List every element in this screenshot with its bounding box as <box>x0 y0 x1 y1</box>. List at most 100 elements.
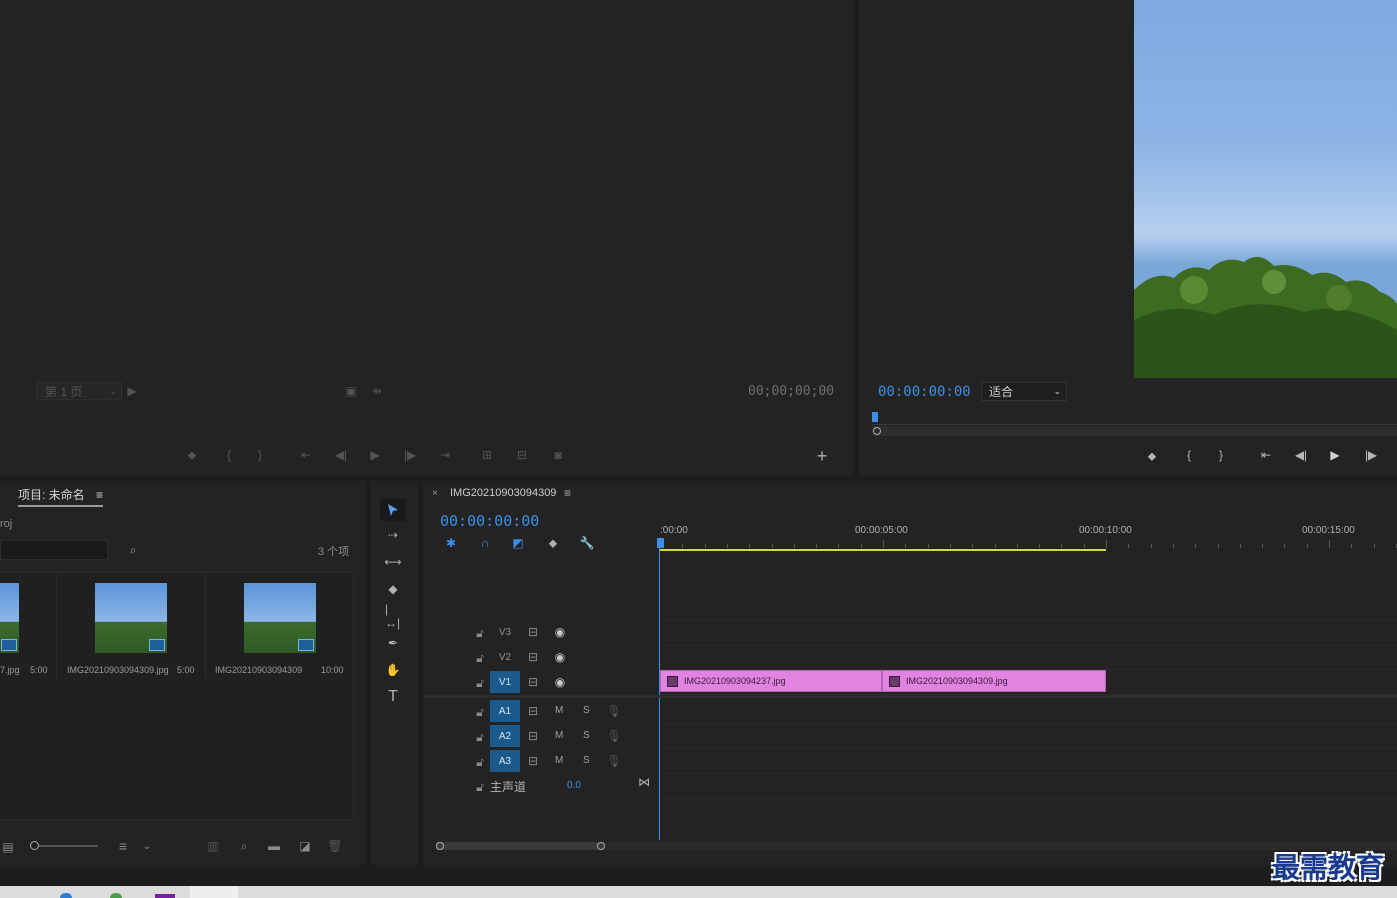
sort-icon[interactable]: ≡ <box>115 838 131 854</box>
list-view-icon[interactable]: ▤ <box>0 839 16 855</box>
camera-icon[interactable]: ◙ <box>550 447 566 463</box>
panel-menu-icon[interactable]: ≡ <box>564 486 571 500</box>
master-volume[interactable]: 0.0 <box>567 780 581 791</box>
hand-tool-icon[interactable]: ✋ <box>385 662 401 678</box>
go-to-panning-icon[interactable]: ⋈ <box>636 774 652 790</box>
playhead-marker[interactable] <box>872 412 878 422</box>
overwrite-clip-icon[interactable]: ⊟ <box>514 447 530 463</box>
snap-magnet-icon[interactable]: ∩ <box>477 535 493 551</box>
lock-icon[interactable]: 🔓︎ <box>472 729 488 745</box>
zoom-handle[interactable] <box>873 427 881 435</box>
track-name[interactable]: V1 <box>490 671 520 693</box>
slip-tool-icon[interactable]: |↔| <box>385 602 401 630</box>
play-triangle-icon[interactable]: ▶ <box>124 383 140 399</box>
playhead-handle[interactable] <box>657 538 664 548</box>
page-select-dropdown[interactable]: 第 1 页 ⌄ <box>36 382 122 400</box>
sync-lock-icon[interactable]: ⊟ <box>525 649 541 665</box>
mark-out-icon[interactable]: } <box>1213 447 1229 463</box>
step-forward-icon[interactable]: |▶ <box>402 447 418 463</box>
lane-v2[interactable] <box>660 645 1397 670</box>
track-name[interactable]: V3 <box>490 621 520 643</box>
new-search-bin-icon[interactable]: ⌕ <box>125 542 141 558</box>
lock-icon[interactable]: 🔓︎ <box>472 625 488 641</box>
project-panel-title[interactable]: 项目: 未命名 ≡ <box>18 486 104 507</box>
step-back-icon[interactable]: ◀| <box>1293 447 1309 463</box>
project-search-input[interactable] <box>0 540 108 560</box>
track-name[interactable]: A1 <box>490 700 520 722</box>
solo-button[interactable]: S <box>583 705 590 716</box>
track-name[interactable]: A2 <box>490 725 520 747</box>
sync-lock-icon[interactable]: ⊟ <box>525 674 541 690</box>
taskbar-app-icon[interactable] <box>110 893 122 898</box>
taskbar-app-icon[interactable] <box>155 894 175 898</box>
track-name[interactable]: A3 <box>490 750 520 772</box>
timeline-clip[interactable]: IMG20210903094237.jpg <box>660 670 882 692</box>
selection-tool-icon[interactable] <box>380 499 406 521</box>
lock-icon[interactable]: 🔓︎ <box>472 675 488 691</box>
microphone-icon[interactable]: 🎙︎ <box>606 703 622 719</box>
zoom-dropdown[interactable]: 适合 ⌄ <box>981 382 1067 401</box>
add-marker-icon[interactable]: ⬥ <box>184 447 200 463</box>
linked-selection-icon[interactable]: ◩ <box>510 535 526 551</box>
trash-icon[interactable]: 🗑 <box>327 838 343 854</box>
sync-lock-icon[interactable]: ⊟ <box>525 728 541 744</box>
export-frame-icon[interactable]: ▣ <box>343 383 359 399</box>
lock-icon[interactable]: 🔓︎ <box>472 754 488 770</box>
lane-v1[interactable]: IMG20210903094237.jpg IMG20210903094309.… <box>660 670 1397 695</box>
lane-a1[interactable] <box>660 699 1397 724</box>
lane-v3[interactable] <box>660 620 1397 646</box>
sequence-tab[interactable]: IMG20210903094309 <box>450 487 556 499</box>
lock-icon[interactable]: 🔓︎ <box>472 779 488 795</box>
plus-icon[interactable]: + <box>814 446 830 466</box>
insert-clip-icon[interactable]: ⊞ <box>479 447 495 463</box>
mute-button[interactable]: M <box>555 705 563 716</box>
play-icon[interactable]: ▶ <box>1327 447 1343 463</box>
microphone-icon[interactable]: 🎙︎ <box>606 753 622 769</box>
project-item[interactable]: IMG20210903094309 10:00 <box>206 573 352 679</box>
time-ruler[interactable]: :00:00 00:00:05:00 00:00:10:00 00:00:15:… <box>660 520 1397 552</box>
timeline-zoom-scrollbar[interactable] <box>436 842 1397 850</box>
mark-out-icon[interactable]: } <box>252 447 268 463</box>
mute-button[interactable]: M <box>555 730 563 741</box>
slider-handle[interactable] <box>30 841 39 850</box>
microphone-icon[interactable]: 🎙︎ <box>606 728 622 744</box>
video-audio-divider[interactable] <box>424 695 1397 698</box>
sync-lock-icon[interactable]: ⊟ <box>525 624 541 640</box>
new-item-icon[interactable]: ◪ <box>297 838 313 854</box>
scroll-thumb[interactable] <box>436 842 604 850</box>
project-item[interactable]: IMG20210903094309.jpg 5:00 <box>57 573 206 679</box>
add-marker-icon[interactable]: ⬥ <box>545 535 561 551</box>
ripple-edit-tool-icon[interactable]: ⟷ <box>384 554 401 570</box>
track-select-tool-icon[interactable]: ⇢ <box>385 527 401 543</box>
lock-icon[interactable]: 🔓︎ <box>472 650 488 666</box>
lane-a2[interactable] <box>660 724 1397 749</box>
eye-icon[interactable]: ◉ <box>552 674 568 690</box>
program-zoom-bar[interactable] <box>872 426 1397 436</box>
taskbar-app-icon[interactable] <box>60 893 72 898</box>
lock-icon[interactable]: 🔓︎ <box>472 704 488 720</box>
wrench-icon[interactable]: 🔧 <box>579 535 595 551</box>
scroll-handle-right[interactable] <box>597 842 605 850</box>
lane-master[interactable] <box>660 774 1397 799</box>
insert-icon[interactable]: ⇻ <box>369 383 385 399</box>
mark-in-icon[interactable]: { <box>1181 447 1197 463</box>
lane-a3[interactable] <box>660 749 1397 774</box>
mark-in-icon[interactable]: { <box>221 447 237 463</box>
solo-button[interactable]: S <box>583 755 590 766</box>
track-name[interactable]: V2 <box>490 646 520 668</box>
mute-button[interactable]: M <box>555 755 563 766</box>
work-area-bar[interactable] <box>660 549 1106 551</box>
solo-button[interactable]: S <box>583 730 590 741</box>
eye-icon[interactable]: ◉ <box>552 624 568 640</box>
play-icon[interactable]: ▶ <box>367 447 383 463</box>
new-bin-icon[interactable]: ▬ <box>266 838 282 854</box>
close-sequence-icon[interactable]: × <box>432 488 438 499</box>
timeline-clip[interactable]: IMG20210903094309.jpg <box>882 670 1106 692</box>
project-item[interactable]: 7.jpg 5:00 <box>0 573 57 679</box>
step-forward-icon[interactable]: |▶ <box>1363 447 1379 463</box>
panel-menu-icon[interactable]: ≡ <box>96 488 103 502</box>
add-marker-icon[interactable]: ⬥ <box>1144 448 1160 464</box>
go-to-in-icon[interactable]: ⇤ <box>298 447 314 463</box>
taskbar-app-active[interactable] <box>190 886 238 898</box>
nest-icon[interactable]: ✱ <box>443 535 459 551</box>
